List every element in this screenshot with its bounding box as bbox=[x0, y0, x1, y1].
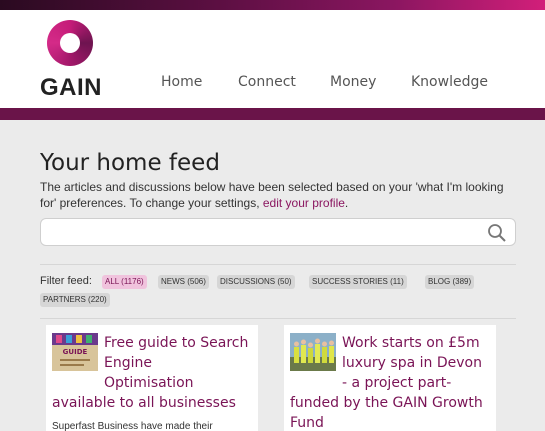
gain-logo[interactable]: GAIN bbox=[40, 18, 110, 101]
card-title-line[interactable]: Work starts on £5m bbox=[342, 333, 492, 353]
page-title: Your home feed bbox=[40, 150, 220, 176]
divider bbox=[40, 318, 516, 319]
filter-blog[interactable]: BLOG (389) bbox=[425, 275, 475, 289]
guide-thumbnail-icon: GUIDE bbox=[52, 333, 98, 371]
header-divider-bar bbox=[0, 108, 545, 120]
card-title-line[interactable]: Optimisation bbox=[104, 373, 254, 393]
filter-success-stories[interactable]: SUCCESS STORIES (11) bbox=[309, 275, 407, 289]
thumb-text: GUIDE bbox=[63, 348, 88, 356]
nav-home[interactable]: Home bbox=[161, 74, 202, 90]
logo-text: GAIN bbox=[40, 74, 102, 101]
search-input[interactable] bbox=[49, 223, 479, 241]
card-title-line[interactable]: funded by the GAIN Growth bbox=[290, 393, 496, 413]
feed-card[interactable]: GUIDE Free guide to Search Engine Optimi… bbox=[46, 325, 258, 431]
filter-news[interactable]: NEWS (506) bbox=[158, 275, 209, 289]
feed-search-box[interactable] bbox=[40, 218, 516, 246]
card-title-line[interactable]: Fund bbox=[290, 413, 496, 431]
nav-money[interactable]: Money bbox=[330, 74, 376, 90]
intro-end: . bbox=[344, 196, 349, 210]
construction-photo-icon bbox=[290, 333, 336, 371]
card-title-line[interactable]: - a project part- bbox=[342, 373, 492, 393]
search-icon[interactable] bbox=[487, 223, 507, 243]
feed-intro: The articles and discussions below have … bbox=[40, 179, 520, 211]
nav-connect[interactable]: Connect bbox=[238, 74, 296, 90]
top-accent-strip bbox=[0, 0, 545, 10]
card-title-line[interactable]: available to all businesses bbox=[52, 393, 258, 413]
filter-discussions[interactable]: DISCUSSIONS (50) bbox=[217, 275, 295, 289]
feed-card[interactable]: Work starts on £5m luxury spa in Devon -… bbox=[284, 325, 496, 431]
filter-partners[interactable]: PARTNERS (220) bbox=[40, 293, 110, 307]
edit-profile-link[interactable]: edit your profile bbox=[263, 196, 345, 210]
nav-knowledge[interactable]: Knowledge bbox=[411, 74, 488, 90]
gain-logo-ring-icon bbox=[47, 20, 93, 66]
filter-all[interactable]: ALL (1176) bbox=[102, 275, 147, 289]
card-title-line[interactable]: luxury spa in Devon bbox=[342, 353, 492, 373]
card-title-line[interactable]: Free guide to Search bbox=[104, 333, 254, 353]
divider bbox=[40, 264, 516, 265]
filter-label: Filter feed: bbox=[40, 275, 92, 287]
card-title-line[interactable]: Engine bbox=[104, 353, 254, 373]
card-excerpt: Superfast Business have made their bbox=[52, 421, 213, 431]
